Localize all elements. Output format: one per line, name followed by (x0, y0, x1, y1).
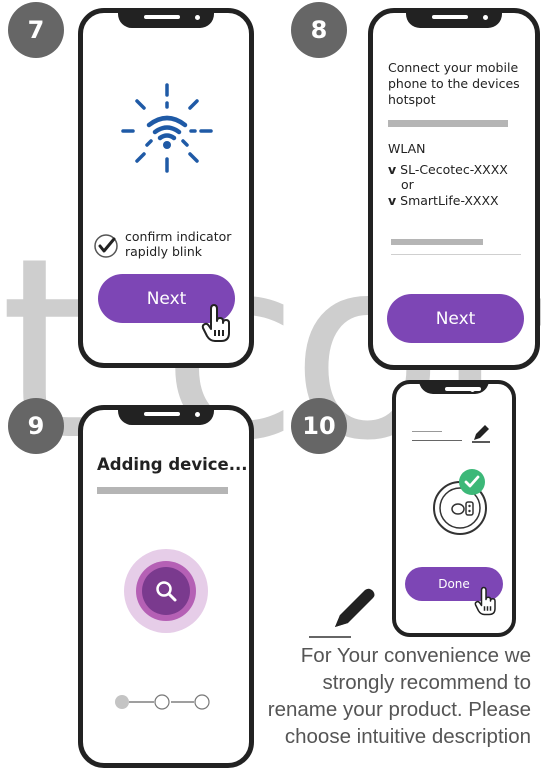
pencil-icon (309, 588, 375, 638)
checkmark-icon (94, 234, 118, 258)
next-button[interactable]: Next (387, 294, 524, 343)
wlan-label: WLAN (388, 141, 426, 156)
step-badge-8: 8 (291, 2, 347, 58)
confirm-indicator-text: confirm indicator rapidly blink (125, 229, 232, 259)
phone-step-7: confirm indicator rapidly blink Next (78, 8, 254, 368)
step-badge-10: 10 (291, 398, 347, 454)
text-placeholder-bar (97, 487, 228, 494)
phone-notch (419, 384, 489, 394)
name-placeholder-line (412, 431, 442, 432)
input-underline[interactable] (391, 254, 521, 255)
pencil-icon[interactable] (470, 422, 492, 444)
step-badge-9: 9 (8, 398, 64, 454)
rename-recommendation-caption: For Your convenience we strongly recomme… (267, 644, 531, 748)
checkmark-icon (459, 469, 485, 495)
phone-notch (118, 13, 214, 28)
adding-device-title: Adding device... (97, 455, 248, 474)
hotspot-instruction: Connect your mobile phone to the devices… (388, 60, 520, 107)
name-underline (412, 440, 462, 441)
phone-step-8: Connect your mobile phone to the devices… (368, 8, 540, 370)
phone-step-9: Adding device... (78, 405, 254, 768)
phone-step-10: Done (392, 380, 516, 637)
wifi-icon (121, 83, 213, 173)
text-placeholder-bar (388, 120, 508, 127)
wlan-option: v SmartLife-XXXX (388, 193, 499, 208)
phone-notch (406, 13, 502, 28)
step-badge-7: 7 (8, 2, 64, 58)
option-marker: v (388, 193, 397, 208)
option-label: SmartLife-XXXX (400, 193, 499, 208)
option-marker: v (388, 162, 397, 177)
hand-pointer-icon (201, 304, 230, 342)
or-text: or (401, 177, 414, 192)
hand-pointer-icon (474, 586, 496, 616)
wlan-option: v SL-Cecotec-XXXX (388, 162, 508, 177)
progress-dots (115, 694, 210, 710)
input-placeholder-bar (391, 239, 483, 245)
search-icon (156, 581, 177, 602)
search-ring (124, 549, 208, 633)
option-label: SL-Cecotec-XXXX (400, 162, 508, 177)
phone-notch (118, 410, 214, 425)
